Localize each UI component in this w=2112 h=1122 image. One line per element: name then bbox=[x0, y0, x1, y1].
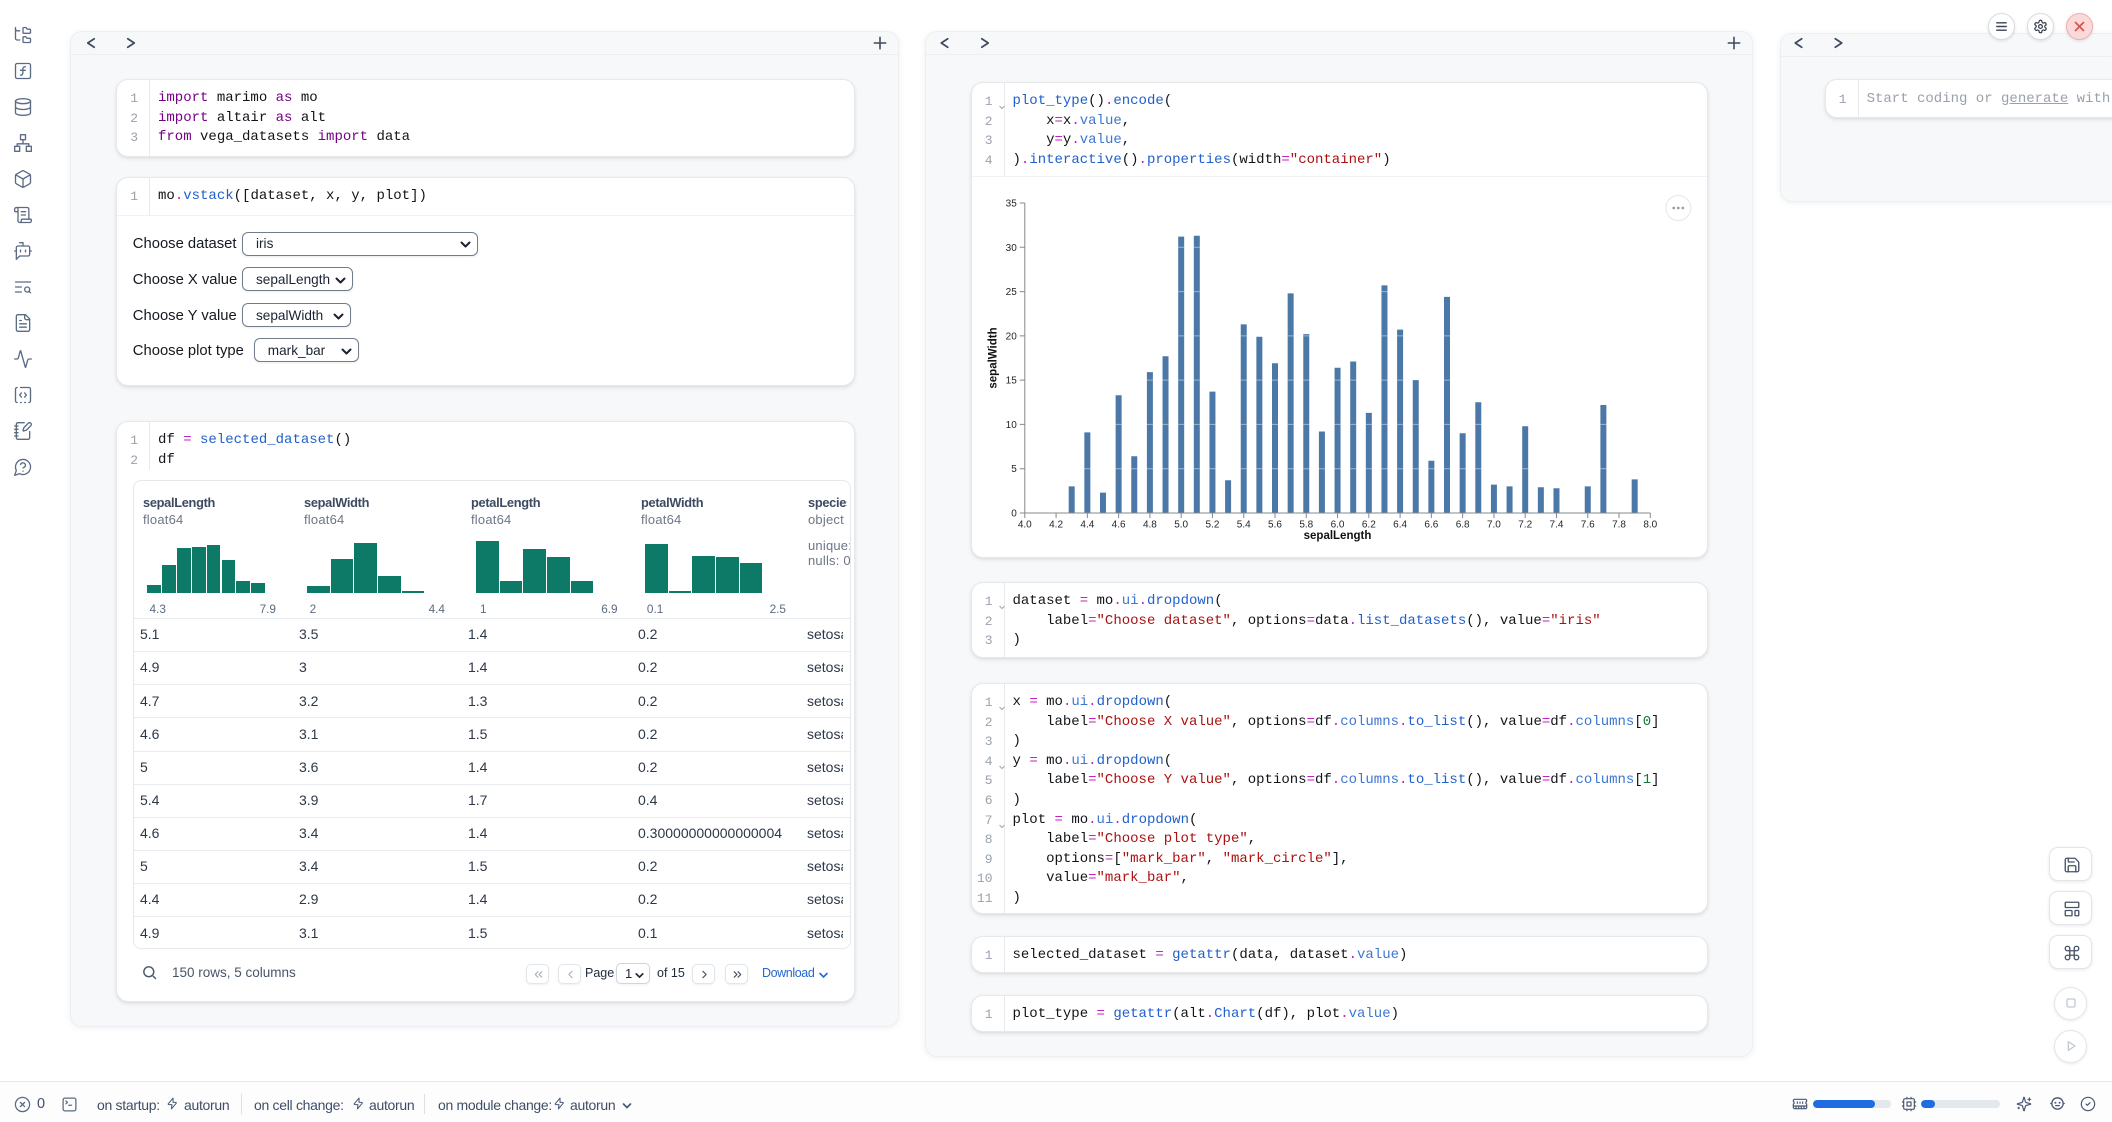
svg-text:4.4: 4.4 bbox=[1080, 520, 1094, 531]
svg-text:6.6: 6.6 bbox=[1424, 520, 1438, 531]
svg-text:5: 5 bbox=[1011, 464, 1017, 475]
svg-text:5.6: 5.6 bbox=[1268, 520, 1282, 531]
svg-text:6.8: 6.8 bbox=[1455, 520, 1469, 531]
svg-text:20: 20 bbox=[1005, 331, 1017, 342]
svg-text:7.2: 7.2 bbox=[1518, 520, 1532, 531]
svg-text:4.0: 4.0 bbox=[1017, 520, 1031, 531]
svg-text:5.0: 5.0 bbox=[1174, 520, 1188, 531]
svg-text:sepalWidth: sepalWidth bbox=[987, 327, 999, 388]
svg-text:30: 30 bbox=[1005, 243, 1017, 254]
svg-text:7.4: 7.4 bbox=[1549, 520, 1563, 531]
svg-text:6.4: 6.4 bbox=[1393, 520, 1407, 531]
svg-text:7.8: 7.8 bbox=[1612, 520, 1626, 531]
svg-text:10: 10 bbox=[1005, 420, 1017, 431]
svg-text:15: 15 bbox=[1005, 376, 1017, 387]
svg-text:5.4: 5.4 bbox=[1236, 520, 1250, 531]
svg-text:sepalLength: sepalLength bbox=[1303, 530, 1371, 542]
svg-text:7.6: 7.6 bbox=[1580, 520, 1594, 531]
svg-text:8.0: 8.0 bbox=[1643, 520, 1657, 531]
svg-text:7.0: 7.0 bbox=[1486, 520, 1500, 531]
svg-text:25: 25 bbox=[1005, 287, 1017, 298]
svg-text:5.2: 5.2 bbox=[1205, 520, 1219, 531]
svg-text:4.2: 4.2 bbox=[1049, 520, 1063, 531]
svg-text:35: 35 bbox=[1005, 199, 1017, 210]
svg-text:0: 0 bbox=[1011, 509, 1017, 520]
svg-text:4.6: 4.6 bbox=[1111, 520, 1125, 531]
svg-text:4.8: 4.8 bbox=[1142, 520, 1156, 531]
